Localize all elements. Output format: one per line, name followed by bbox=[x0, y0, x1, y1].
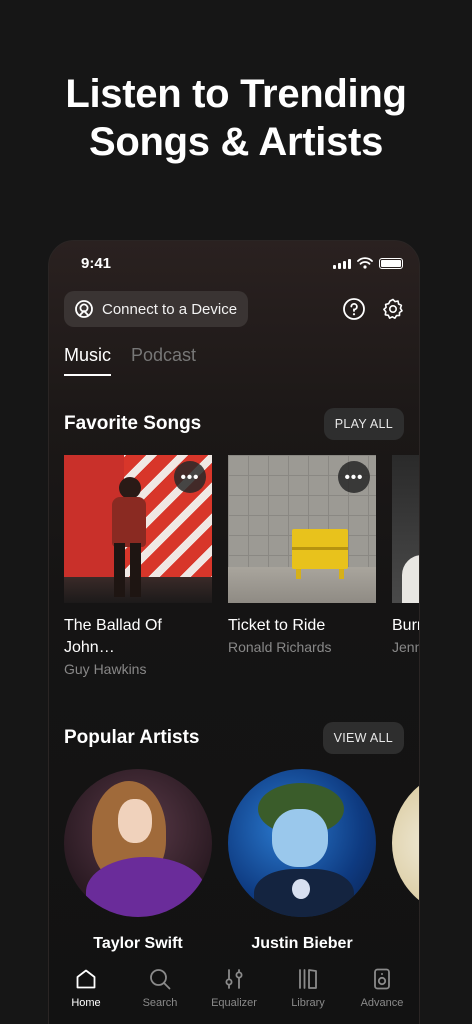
search-icon bbox=[150, 969, 171, 990]
speaker-icon bbox=[374, 968, 390, 990]
artist-avatar bbox=[64, 769, 212, 917]
connect-device-button[interactable]: Connect to a Device bbox=[64, 291, 248, 327]
song-card[interactable]: ••• Ticket to Ride Ronald Richards bbox=[228, 455, 376, 677]
cast-icon bbox=[75, 300, 93, 318]
song-artist: Ronald Richards bbox=[228, 639, 332, 655]
artist-avatar bbox=[392, 769, 419, 917]
wifi-icon bbox=[357, 257, 373, 269]
view-all-button[interactable]: VIEW ALL bbox=[322, 722, 404, 754]
headline-line-1: Listen to Trending bbox=[65, 72, 407, 116]
status-time: 9:41 bbox=[81, 255, 112, 272]
artist-name: Justin Bieber bbox=[251, 935, 353, 952]
song-cover-art: ••• bbox=[64, 455, 212, 603]
promo-screen: Listen to Trending Songs & Artists 9:41 bbox=[0, 0, 472, 1024]
library-icon bbox=[299, 969, 317, 989]
artist-name: Taylor Swift bbox=[93, 935, 183, 952]
artist-card[interactable]: Taylor Swift bbox=[64, 769, 212, 953]
nav-home-label: Home bbox=[71, 997, 101, 1009]
song-title: The Ballad Of John… bbox=[64, 617, 162, 656]
nav-equalizer[interactable]: Equalizer bbox=[199, 967, 269, 1024]
tab-podcast[interactable]: Podcast bbox=[131, 345, 196, 376]
promo-headline: Listen to Trending Songs & Artists bbox=[0, 70, 472, 166]
nav-library-label: Library bbox=[291, 997, 325, 1009]
tab-music[interactable]: Music bbox=[64, 345, 112, 376]
favorite-songs-list: ••• The Ballad Of John… Guy Hawkins ••• … bbox=[64, 455, 419, 677]
song-cover-art bbox=[392, 455, 419, 603]
song-card[interactable]: Burn the… Jenny bbox=[392, 455, 419, 677]
nav-search-label: Search bbox=[142, 997, 178, 1009]
status-bar: 9:41 bbox=[81, 255, 403, 273]
artist-avatar bbox=[228, 769, 376, 917]
favorite-songs-title: Favorite Songs bbox=[64, 413, 202, 434]
popular-artists-list: Taylor Swift Justin Bieber bbox=[64, 769, 419, 953]
equalizer-icon bbox=[225, 969, 243, 989]
song-artist: Jenny bbox=[392, 639, 419, 655]
signal-icon bbox=[333, 258, 351, 269]
song-more-button[interactable]: ••• bbox=[174, 461, 206, 493]
battery-icon bbox=[379, 257, 403, 269]
nav-advance-label: Advance bbox=[360, 997, 404, 1009]
connect-device-label: Connect to a Device bbox=[102, 300, 238, 318]
content-tabs: Music Podcast bbox=[64, 345, 196, 376]
status-icons bbox=[333, 257, 403, 269]
artist-card[interactable] bbox=[392, 769, 419, 953]
headline-line-2: Songs & Artists bbox=[88, 120, 384, 164]
nav-home[interactable]: Home bbox=[51, 967, 121, 1024]
song-cover-art: ••• bbox=[228, 455, 376, 603]
nav-equalizer-label: Equalizer bbox=[211, 997, 257, 1009]
nav-library[interactable]: Library bbox=[273, 967, 343, 1024]
song-title: Burn the… bbox=[392, 617, 419, 634]
popular-artists-title: Popular Artists bbox=[64, 727, 200, 748]
play-all-button[interactable]: PLAY ALL bbox=[323, 408, 404, 440]
phone-frame: 9:41 Connect to a Device Music Podcast F… bbox=[48, 240, 420, 1024]
artist-card[interactable]: Justin Bieber bbox=[228, 769, 376, 953]
bottom-navigation: Home Search Equalizer Library Advance bbox=[49, 955, 419, 1024]
home-icon bbox=[76, 969, 96, 989]
song-artist: Guy Hawkins bbox=[64, 661, 147, 677]
song-title: Ticket to Ride bbox=[228, 617, 326, 634]
help-icon[interactable] bbox=[342, 297, 366, 321]
song-card[interactable]: ••• The Ballad Of John… Guy Hawkins bbox=[64, 455, 212, 677]
nav-search[interactable]: Search bbox=[125, 967, 195, 1024]
gear-icon[interactable] bbox=[381, 297, 405, 321]
nav-advance[interactable]: Advance bbox=[347, 967, 417, 1024]
song-more-button[interactable]: ••• bbox=[338, 461, 370, 493]
